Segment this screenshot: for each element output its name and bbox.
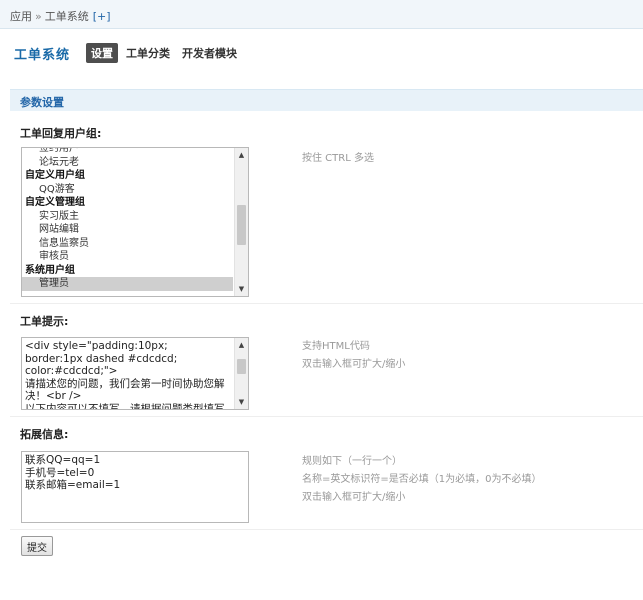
reply-groups-label: 工单回复用户组:: [20, 127, 102, 140]
ticket-tip-hint-dblclick: 双击输入框可扩大/缩小: [302, 359, 406, 370]
submit-button[interactable]: 提交: [21, 536, 53, 556]
plugin-nav: 工单系统 设置 工单分类 开发者模块: [0, 40, 643, 66]
select-option[interactable]: 网站编辑: [22, 223, 233, 237]
select-option[interactable]: 信息监察员: [22, 237, 233, 251]
tab-ticket-categories[interactable]: 工单分类: [126, 45, 170, 61]
reply-groups-scrollbar[interactable]: ▲ ▼: [234, 148, 248, 296]
section-header: 参数设置: [10, 89, 643, 111]
scroll-down-arrow-icon[interactable]: ▼: [235, 283, 248, 295]
reply-groups-select[interactable]: 签约用户 论坛元老 自定义用户组 QQ游客 自定义管理组 实习版主 网站编辑 信息监察员 审核员…: [21, 147, 249, 297]
extra-info-hint-rule: 规则如下（一行一个）: [302, 456, 402, 467]
extra-info-hint-dblclick: 双击输入框可扩大/缩小: [302, 492, 406, 503]
select-option[interactable]: 审核员: [22, 250, 233, 264]
reply-groups-hint: 按住 CTRL 多选: [302, 153, 374, 164]
extra-info-label: 拓展信息:: [20, 428, 69, 441]
select-option[interactable]: 签约用户: [22, 148, 233, 156]
divider: [10, 529, 643, 530]
ticket-tip-hint-html: 支持HTML代码: [302, 341, 370, 352]
extra-info-text: 联系QQ=qq=1 手机号=tel=0 联系邮箱=email=1: [25, 454, 121, 491]
scroll-down-arrow-icon[interactable]: ▼: [235, 396, 248, 408]
divider: [10, 416, 643, 417]
reply-groups-scroll-thumb[interactable]: [237, 204, 246, 246]
extra-info-textarea[interactable]: 联系QQ=qq=1 手机号=tel=0 联系邮箱=email=1: [21, 451, 249, 523]
ticket-tip-scrollbar[interactable]: ▲ ▼: [234, 338, 248, 409]
ticket-tip-scroll-thumb[interactable]: [237, 359, 246, 375]
option-group-label[interactable]: 自定义管理组: [22, 196, 233, 210]
plugin-title: 工单系统: [14, 47, 71, 63]
ticket-tip-hints: 支持HTML代码 双击输入框可扩大/缩小: [302, 338, 405, 374]
breadcrumb-separator: »: [35, 10, 42, 23]
tab-settings[interactable]: 设置: [86, 43, 119, 63]
select-option[interactable]: 实习版主: [22, 210, 233, 224]
ticket-tip-text: <div style="padding:10px; border:1px das…: [25, 340, 225, 410]
select-option[interactable]: 论坛元老: [22, 156, 233, 170]
breadcrumb-root-link[interactable]: 应用: [10, 10, 32, 23]
option-group-label[interactable]: 自定义用户组: [22, 169, 233, 183]
reply-groups-options: 签约用户 论坛元老 自定义用户组 QQ游客 自定义管理组 实习版主 网站编辑 信息监察员 审核员…: [22, 148, 233, 291]
breadcrumb-add-link[interactable]: [+]: [93, 10, 111, 23]
extra-info-hints: 规则如下（一行一个） 名称=英文标识符=是否必填（1为必填，0为不必填） 双击输…: [302, 453, 541, 507]
ticket-tip-textarea[interactable]: <div style="padding:10px; border:1px das…: [21, 337, 249, 410]
option-group-label[interactable]: 系统用户组: [22, 264, 233, 278]
select-option[interactable]: QQ游客: [22, 183, 233, 197]
select-option[interactable]: 管理员: [22, 277, 233, 291]
tab-developer-modules[interactable]: 开发者模块: [182, 45, 237, 61]
ticket-tip-label: 工单提示:: [20, 315, 69, 328]
scroll-up-arrow-icon[interactable]: ▲: [235, 339, 248, 351]
breadcrumb-current[interactable]: 工单系统: [45, 10, 89, 23]
scroll-up-arrow-icon[interactable]: ▲: [235, 149, 248, 161]
extra-info-hint-format: 名称=英文标识符=是否必填（1为必填，0为不必填）: [302, 474, 542, 485]
divider: [10, 303, 643, 304]
breadcrumb: 应用» 工单系统 [+]: [0, 0, 643, 29]
